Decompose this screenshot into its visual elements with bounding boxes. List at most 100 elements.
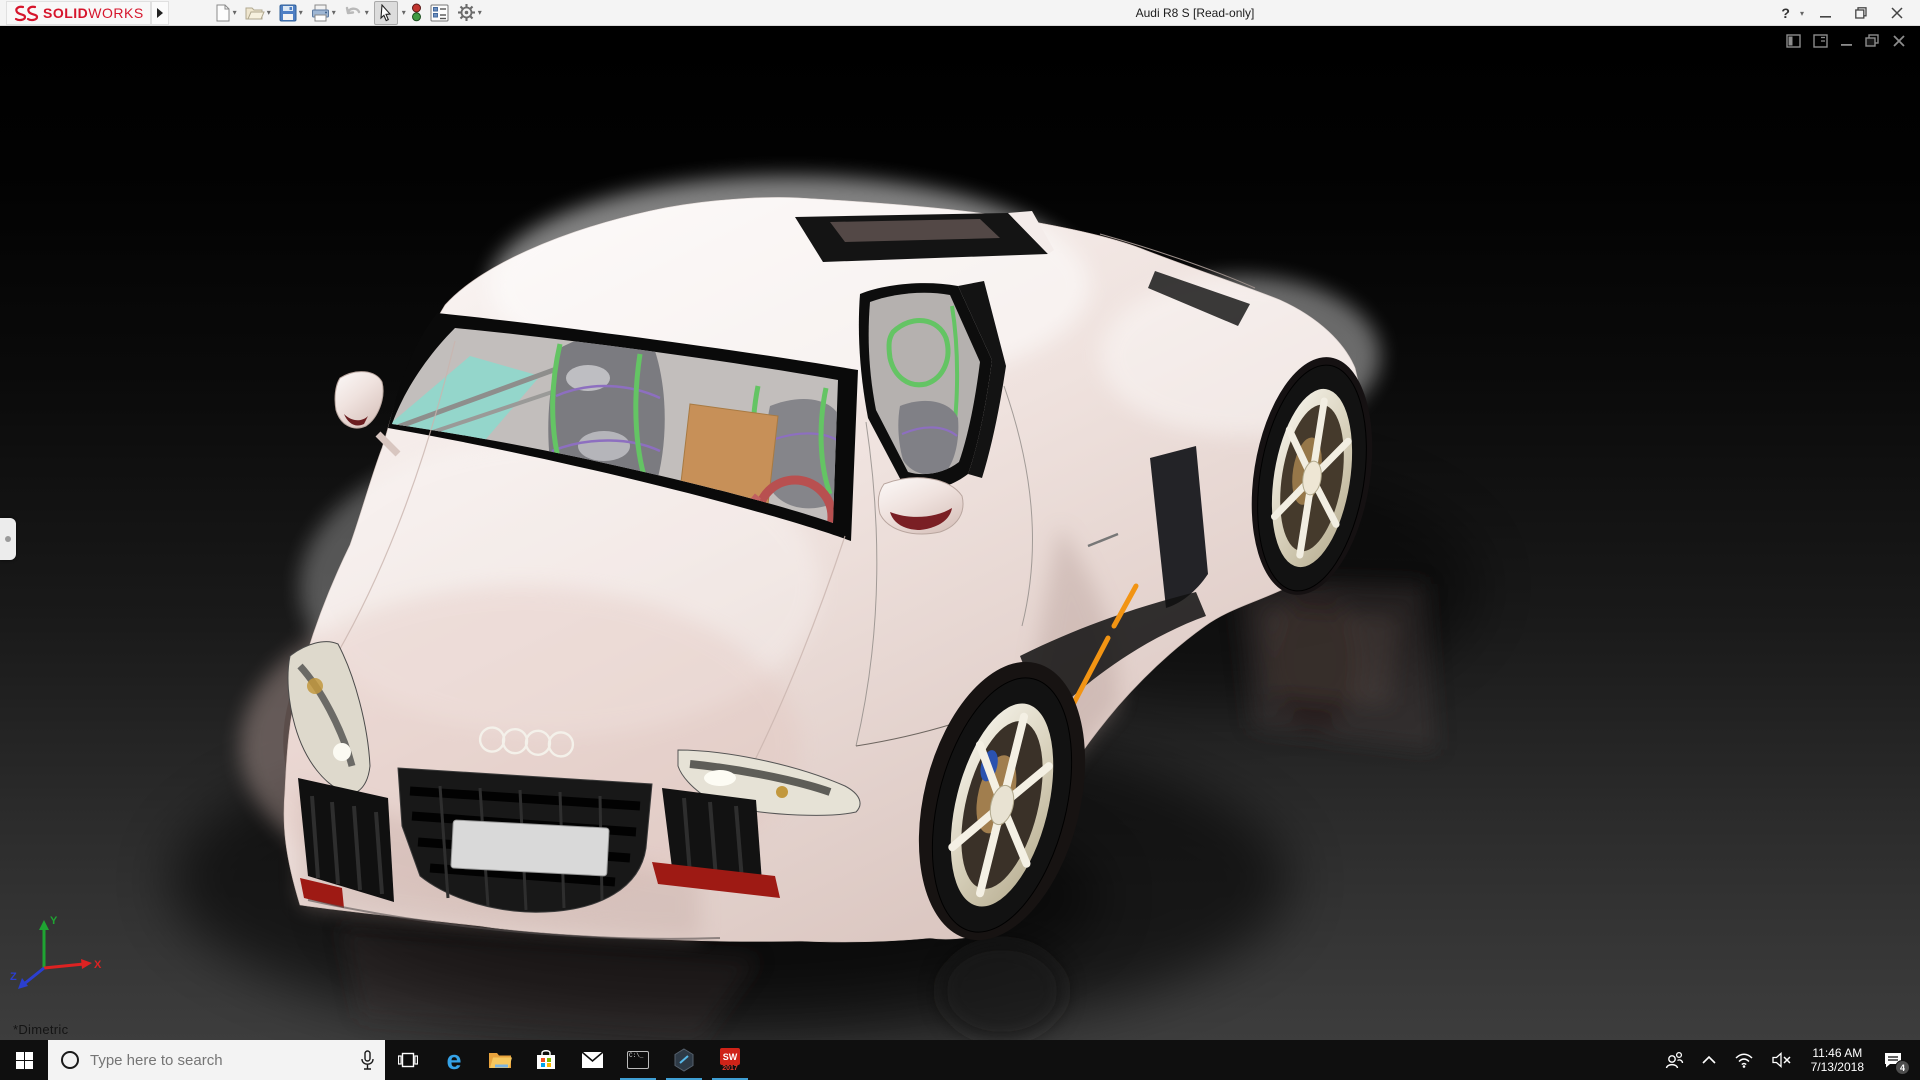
doc-minimize-icon[interactable] (1840, 34, 1853, 48)
mail-icon (581, 1051, 604, 1069)
action-center-button[interactable]: 4 (1876, 1040, 1910, 1080)
flyout-arrow-icon (156, 7, 164, 19)
edge-icon: e (446, 1047, 461, 1074)
solidworks-logo-icon (13, 4, 39, 22)
triad-x-label: X (94, 959, 102, 971)
doc-restore-icon[interactable] (1865, 34, 1880, 48)
open-icon (245, 4, 265, 22)
command-prompt-icon: C:\_ (627, 1051, 649, 1069)
doc-close-icon[interactable] (1892, 34, 1906, 48)
select-dropdown-arrow[interactable]: ▾ (402, 8, 406, 17)
open-dropdown-arrow[interactable]: ▾ (267, 8, 271, 17)
undo-dropdown-arrow[interactable]: ▾ (365, 8, 369, 17)
brand-text-solid: SOLID (43, 5, 88, 21)
model-scene[interactable] (0, 26, 1920, 1040)
brand-text-works: WORKS (88, 5, 143, 21)
taskbar-app-hexagon[interactable] (661, 1040, 707, 1080)
new-dropdown-arrow[interactable]: ▾ (233, 8, 237, 17)
search-input[interactable] (90, 1052, 360, 1069)
hexagon-app-icon (673, 1048, 695, 1072)
print-icon (311, 4, 330, 22)
new-document-icon (214, 4, 231, 22)
close-button[interactable] (1882, 1, 1912, 25)
pane-right-icon[interactable] (1813, 34, 1828, 48)
close-icon (1891, 7, 1903, 19)
triad-z-label: Z (10, 971, 17, 983)
gear-icon (457, 3, 476, 22)
options-button[interactable]: ▾ (454, 1, 485, 24)
taskbar-app-edge[interactable]: e (431, 1040, 477, 1080)
chevron-up-icon (1702, 1055, 1716, 1065)
undo-button[interactable]: ▾ (341, 2, 372, 24)
solidworks-window: SOLIDWORKS ▾ ▾ (0, 0, 1920, 1080)
license-plate[interactable] (451, 820, 609, 876)
clock-date: 7/13/2018 (1811, 1060, 1864, 1074)
pane-left-icon[interactable] (1786, 34, 1801, 48)
driver-mirror[interactable] (878, 478, 963, 534)
main-toolbar: ▾ ▾ ▾ (211, 1, 485, 25)
taskbar-search[interactable] (48, 1040, 385, 1080)
menu-flyout-arrow[interactable] (151, 1, 169, 25)
feature-panel-collapsed-tab[interactable] (0, 518, 16, 560)
task-pane-icon (430, 4, 449, 22)
taskbar-app-file-explorer[interactable] (477, 1040, 523, 1080)
clock-time: 11:46 AM (1811, 1046, 1864, 1060)
solidworks-logo: SOLIDWORKS (6, 1, 151, 25)
taskbar-app-solidworks[interactable]: SW 2017 (707, 1040, 753, 1080)
open-button[interactable]: ▾ (242, 2, 274, 24)
help-dropdown-arrow[interactable]: ▾ (1800, 9, 1804, 18)
undo-icon (344, 4, 363, 22)
options-dropdown-arrow[interactable]: ▾ (478, 8, 482, 17)
roof-glass[interactable] (795, 211, 1054, 262)
graphics-viewport[interactable]: Y X Z *Dimetric (0, 26, 1920, 1040)
solidworks-2017-icon: SW 2017 (720, 1048, 740, 1072)
task-view-button[interactable] (385, 1040, 431, 1080)
taskbar-app-command-prompt[interactable]: C:\_ (615, 1040, 661, 1080)
restore-button[interactable] (1846, 1, 1876, 25)
minimize-icon (1820, 8, 1831, 19)
panel-tab-grip (5, 536, 11, 542)
people-button[interactable] (1657, 1040, 1691, 1080)
document-window-controls (1786, 34, 1906, 48)
taskbar-app-mail[interactable] (569, 1040, 615, 1080)
select-button[interactable] (374, 1, 398, 25)
speaker-muted-icon (1772, 1052, 1792, 1068)
task-pane-button[interactable] (427, 2, 452, 24)
view-safety-button[interactable] (408, 1, 425, 24)
start-button[interactable] (0, 1040, 48, 1080)
view-orientation-label: *Dimetric (13, 1022, 68, 1037)
store-icon (535, 1049, 557, 1071)
window-title: Audi R8 S [Read-only] (1136, 6, 1255, 20)
cortana-icon (60, 1050, 80, 1070)
print-dropdown-arrow[interactable]: ▾ (332, 8, 336, 17)
network-button[interactable] (1727, 1040, 1761, 1080)
show-hidden-icons-button[interactable] (1695, 1040, 1723, 1080)
people-icon (1664, 1051, 1684, 1069)
triad-y-label: Y (50, 915, 58, 927)
wifi-icon (1734, 1052, 1754, 1068)
title-bar: SOLIDWORKS ▾ ▾ (0, 0, 1920, 26)
select-cursor-icon (378, 4, 394, 22)
window-controls: ? ▾ (1779, 0, 1912, 26)
taskbar-clock[interactable]: 11:46 AM 7/13/2018 (1803, 1046, 1872, 1074)
save-button[interactable]: ▾ (276, 2, 306, 24)
microphone-icon[interactable] (360, 1050, 375, 1070)
print-button[interactable]: ▾ (308, 2, 339, 24)
save-dropdown-arrow[interactable]: ▾ (299, 8, 303, 17)
windows-taskbar: e C:\_ (0, 1040, 1920, 1080)
passenger-mirror[interactable] (335, 372, 398, 454)
windows-logo-icon (16, 1052, 33, 1069)
reference-triad: Y X Z (10, 912, 106, 996)
volume-button[interactable] (1765, 1040, 1799, 1080)
notification-badge: 4 (1895, 1060, 1910, 1075)
save-icon (279, 4, 297, 22)
restore-icon (1855, 7, 1867, 19)
help-button[interactable]: ? (1779, 5, 1792, 21)
traffic-light-icon (411, 3, 422, 22)
new-document-button[interactable]: ▾ (211, 2, 240, 24)
system-tray: 11:46 AM 7/13/2018 4 (1657, 1040, 1920, 1080)
file-explorer-icon (488, 1050, 512, 1070)
minimize-button[interactable] (1810, 1, 1840, 25)
taskbar-app-store[interactable] (523, 1040, 569, 1080)
task-view-icon (398, 1051, 418, 1069)
